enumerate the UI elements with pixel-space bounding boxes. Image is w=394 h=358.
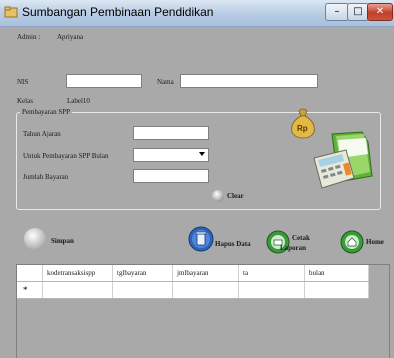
maximize-button[interactable]: □ [347,3,369,21]
minimize-icon: – [334,6,340,17]
table-cell[interactable] [113,282,173,298]
nama-input[interactable] [180,74,318,88]
new-row-marker: * [17,282,43,298]
column-header[interactable]: jmlbayaran [173,265,239,281]
app-window: Sumbangan Pembinaan Pendidikan – □ ✕ Adm… [0,0,394,358]
column-header[interactable]: bulan [305,265,369,281]
kelas-value: Label10 [67,97,90,105]
column-header[interactable]: kodetransaksispp [43,265,113,281]
laporan-label[interactable]: Laporan [280,244,306,252]
grid-header: kodetransaksispp tglbayaran jmlbayaran t… [17,265,369,282]
minimize-button[interactable]: – [325,3,349,21]
admin-value: Apriyana [57,33,84,41]
bulan-label: Untuk Pembayaran SPP Bulan [23,152,109,160]
home-label[interactable]: Home [366,238,384,246]
chevron-down-icon [199,152,205,156]
admin-label: Admin : [17,33,41,41]
home-icon[interactable] [340,230,364,254]
clear-button[interactable] [212,190,224,202]
title-bar[interactable]: Sumbangan Pembinaan Pendidikan – □ ✕ [0,0,394,27]
table-cell[interactable] [305,282,369,298]
transaksi-grid[interactable]: kodetransaksispp tglbayaran jmlbayaran t… [16,264,390,358]
table-row[interactable]: * [17,282,369,299]
hapus-data-label[interactable]: Hapus Data [215,240,251,248]
window-title: Sumbangan Pembinaan Pendidikan [22,5,214,19]
maximize-icon: □ [353,6,363,17]
tahun-ajaran-label: Tahun Ajaran [23,130,61,138]
jumlah-bayaran-input[interactable] [133,169,209,183]
close-button[interactable]: ✕ [367,3,393,21]
kelas-label: Kelas [17,97,33,105]
calculator-folder-icon [313,131,373,189]
bulan-select[interactable] [133,148,209,162]
nis-label: NIS [17,78,29,86]
simpan-button[interactable] [24,228,46,250]
nama-label: Nama [157,78,174,86]
table-cell[interactable] [239,282,305,298]
money-bag-text: Rp [297,124,308,133]
column-header[interactable]: ta [239,265,305,281]
clear-label[interactable]: Clear [227,192,244,200]
grid-corner [17,265,43,281]
cetak-label[interactable]: Cetak [292,234,310,242]
column-header[interactable]: tglbayaran [113,265,173,281]
table-cell[interactable] [43,282,113,298]
jumlah-bayaran-label: Jumlah Bayaran [23,173,69,181]
app-icon [4,6,18,18]
pembayaran-spp-legend: Pembayaran SPP [20,108,73,116]
nis-input[interactable] [66,74,142,88]
close-icon: ✕ [375,6,385,17]
trash-icon[interactable] [188,226,214,252]
table-cell[interactable] [173,282,239,298]
simpan-label[interactable]: Simpan [51,237,74,245]
tahun-ajaran-input[interactable] [133,126,209,140]
